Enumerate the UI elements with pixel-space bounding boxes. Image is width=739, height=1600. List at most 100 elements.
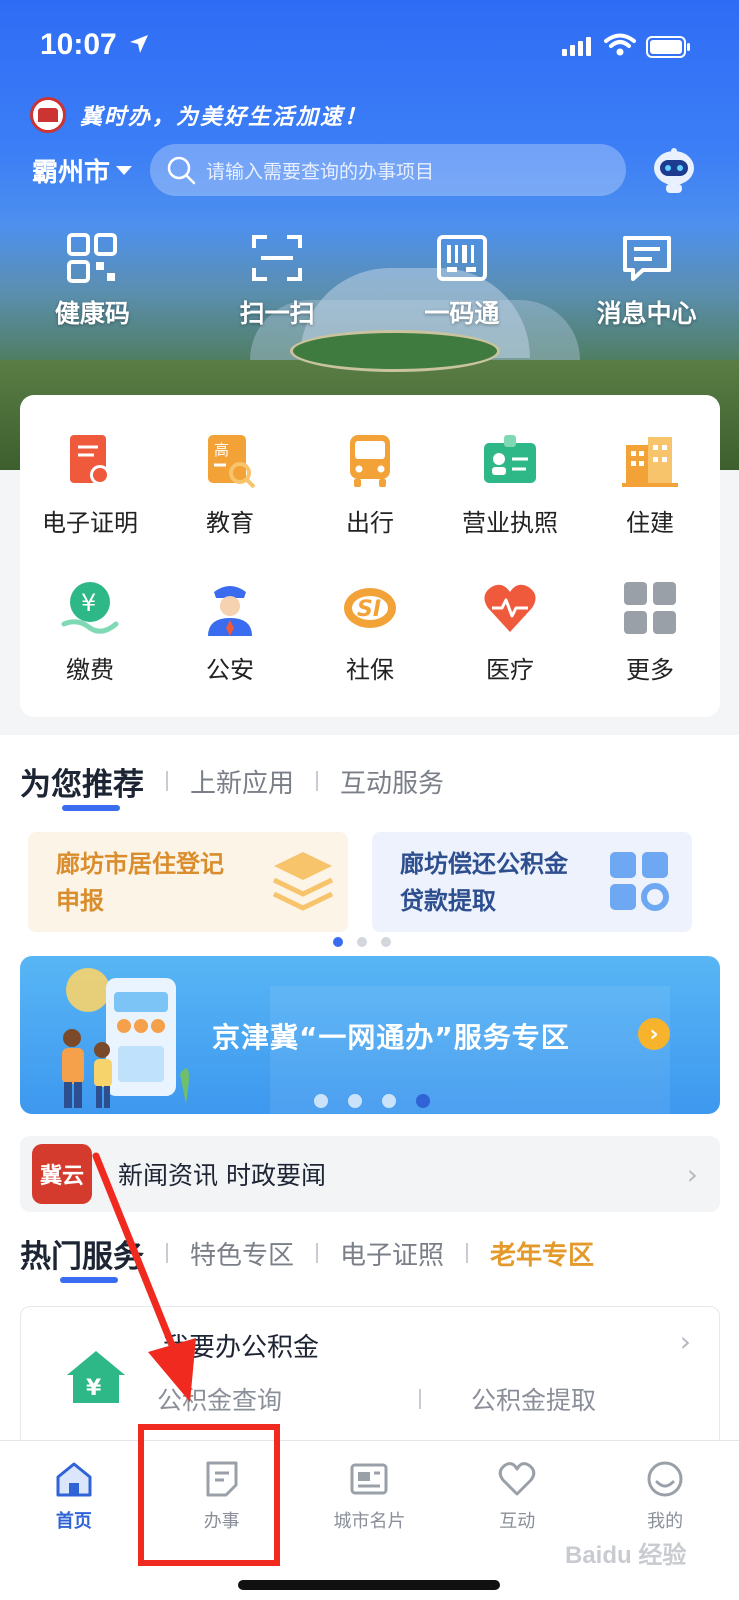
svg-text:高: 高 (214, 441, 229, 459)
certificate-icon (70, 435, 110, 485)
tab-divider (466, 1243, 469, 1263)
chevron-right-icon[interactable]: › (638, 1018, 670, 1050)
tab-elderly-zone[interactable]: 老年专区 (490, 1235, 594, 1272)
service-social-security[interactable]: SI 社保 (300, 558, 440, 705)
chevron-right-icon: › (679, 1325, 691, 1358)
tab-divider (316, 1243, 319, 1263)
tab-new-apps[interactable]: 上新应用 (190, 763, 294, 800)
service-police[interactable]: 公安 (160, 558, 300, 705)
education-icon: 高 (208, 435, 256, 489)
payment-icon: ¥ (61, 582, 119, 634)
promo-banner[interactable]: 京津冀“一网通办”服务专区 › (20, 956, 720, 1114)
qr-grid-icon (67, 233, 118, 283)
search-icon (167, 156, 196, 185)
quick-action-scan[interactable]: 扫一扫 (185, 232, 370, 330)
service-grid: 电子证明 高 教育 出行 营业执照 住建 ¥ 缴费 公安 SI 社保 医疗 更多 (20, 395, 720, 717)
app-slogan: 冀时办，为美好生活加速！ (30, 95, 368, 135)
svg-text:¥: ¥ (81, 589, 96, 617)
location-arrow-icon (130, 35, 148, 53)
house-yuan-icon: ¥ (67, 1351, 125, 1403)
quick-action-message-center[interactable]: 消息中心 (554, 232, 739, 330)
fund-withdraw-link[interactable]: 公积金提取 (471, 1381, 596, 1417)
tab-divider (166, 771, 168, 791)
quick-action-label: 健康码 (54, 299, 130, 328)
tab-recommend[interactable]: 为您推荐 (20, 759, 144, 811)
smile-icon (647, 1461, 683, 1497)
assistant-robot-icon[interactable] (652, 148, 696, 194)
tab-interactive-services[interactable]: 互动服务 (340, 763, 444, 800)
tab-hot-services[interactable]: 热门服务 (20, 1231, 144, 1283)
message-icon (622, 236, 671, 281)
layers-icon (272, 852, 334, 911)
quick-action-label: 一码通 (424, 299, 500, 328)
police-icon (208, 586, 252, 636)
news-entry[interactable]: 冀云 新闻资讯 时政要闻 › (20, 1136, 720, 1212)
quick-actions: 健康码 扫一扫 一码通 消息中心 (0, 232, 739, 330)
pager-dot (382, 1094, 396, 1108)
quick-action-one-code[interactable]: 一码通 (370, 232, 555, 330)
more-grid-icon (624, 582, 676, 634)
housing-fund-card[interactable]: ¥ 我要办公积金 › 公积金查询 公积金提取 (20, 1306, 720, 1456)
pager-dot (357, 937, 367, 947)
tab-label: 我的 (647, 1511, 684, 1532)
baidu-watermark: Baidu 经验 (565, 1542, 687, 1569)
tab-underline (62, 804, 120, 811)
tab-featured-zone[interactable]: 特色专区 (190, 1235, 294, 1272)
license-icon (484, 435, 536, 483)
service-label: 教育 (206, 509, 254, 537)
service-payment[interactable]: ¥ 缴费 (20, 558, 160, 705)
heart-outline-icon (499, 1462, 536, 1496)
cellular-signal-icon (562, 37, 591, 56)
service-housing[interactable]: 住建 (580, 411, 720, 558)
heart-icon (484, 584, 536, 632)
service-education[interactable]: 高 教育 (160, 411, 300, 558)
tab-divider (316, 771, 319, 791)
recommend-card-housing-fund[interactable]: 廊坊偿还公积金 贷款提取 (372, 832, 692, 932)
apps-gear-icon (610, 852, 669, 911)
link-divider (419, 1389, 421, 1409)
highlight-box (138, 1424, 280, 1566)
tab-home[interactable]: 首页 (0, 1459, 148, 1561)
home-icon (56, 1462, 92, 1497)
service-label: 公安 (206, 656, 254, 684)
status-bar: 10:07 (0, 0, 739, 90)
tab-city-card[interactable]: 城市名片 (296, 1459, 444, 1561)
banner-pager (314, 1094, 430, 1108)
service-more[interactable]: 更多 (580, 558, 720, 705)
quick-action-health-code[interactable]: 健康码 (0, 232, 185, 330)
wifi-icon (604, 33, 636, 56)
fund-card-title: 我要办公积金 (163, 1333, 320, 1363)
scan-icon (252, 235, 303, 281)
svg-text:¥: ¥ (86, 1376, 102, 1401)
service-label: 更多 (626, 656, 674, 684)
tab-e-license[interactable]: 电子证照 (340, 1235, 444, 1272)
service-label: 缴费 (66, 656, 114, 684)
tab-divider (166, 1243, 168, 1263)
service-medical[interactable]: 医疗 (440, 558, 580, 705)
service-label: 出行 (346, 509, 394, 537)
service-travel[interactable]: 出行 (300, 411, 440, 558)
jiyun-logo: 冀云 (32, 1144, 92, 1204)
tab-label: 城市名片 (333, 1511, 406, 1532)
recommend-pager (333, 937, 391, 947)
service-label: 营业执照 (462, 509, 558, 537)
pager-dot (381, 937, 391, 947)
city-selector[interactable]: 霸州市 (32, 152, 133, 189)
battery-icon (646, 36, 690, 58)
fund-query-link[interactable]: 公积金查询 (157, 1381, 282, 1417)
tab-underline (60, 1276, 118, 1283)
svg-text:SI: SI (357, 597, 381, 622)
hero-lawn (290, 330, 500, 372)
service-business-license[interactable]: 营业执照 (440, 411, 580, 558)
barcode-icon (436, 235, 487, 281)
city-card-icon (350, 1463, 388, 1495)
service-label: 住建 (626, 509, 674, 537)
home-indicator (238, 1580, 500, 1590)
service-label: 电子证明 (42, 509, 138, 537)
search-input[interactable]: 请输入需要查询的办事项目 (150, 144, 626, 196)
tab-label: 热门服务 (20, 1238, 144, 1275)
search-placeholder: 请输入需要查询的办事项目 (206, 160, 435, 183)
recommend-card-residence[interactable]: 廊坊市居住登记 申报 (28, 832, 348, 932)
service-e-certificate[interactable]: 电子证明 (20, 411, 160, 558)
city-label: 霸州市 (32, 158, 111, 188)
